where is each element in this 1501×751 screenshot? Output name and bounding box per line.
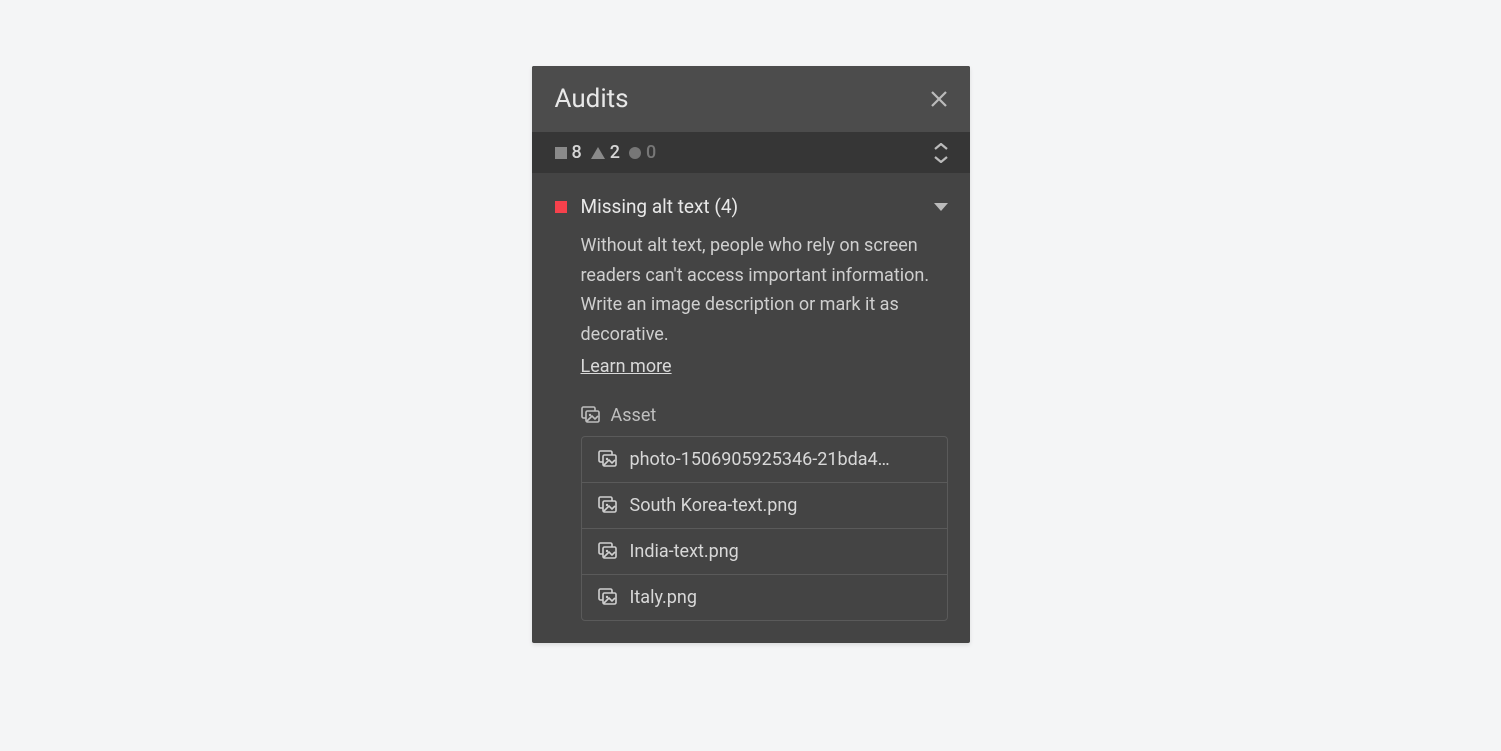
asset-row[interactable]: Italy.png <box>582 575 947 620</box>
collapse-all-icon[interactable] <box>932 143 950 163</box>
issue-title-text: Missing alt text <box>581 195 710 218</box>
circle-icon <box>629 147 641 159</box>
issue-description: Without alt text, people who rely on scr… <box>581 231 948 350</box>
image-stack-icon <box>581 406 601 424</box>
other-count-stat[interactable]: 0 <box>629 142 656 163</box>
asset-row[interactable]: South Korea-text.png <box>582 483 947 529</box>
chevron-down-icon[interactable] <box>934 197 948 216</box>
summary-counts: 8 2 0 <box>555 142 657 163</box>
close-icon[interactable] <box>930 90 948 108</box>
issue-title: Missing alt text (4) <box>581 195 920 218</box>
image-stack-icon <box>598 450 618 468</box>
asset-header: Asset <box>581 405 948 426</box>
learn-more-link[interactable]: Learn more <box>581 356 672 377</box>
triangle-icon <box>591 147 605 159</box>
asset-row[interactable]: photo-1506905925346-21bda4… <box>582 437 947 483</box>
asset-list: photo-1506905925346-21bda4… South Korea-… <box>581 436 948 621</box>
asset-name: photo-1506905925346-21bda4… <box>630 449 890 470</box>
square-icon <box>555 147 567 159</box>
severity-error-icon <box>555 201 567 213</box>
asset-name: India-text.png <box>630 541 739 562</box>
other-count: 0 <box>646 142 656 163</box>
issue-body: Without alt text, people who rely on scr… <box>555 231 948 621</box>
issue-section: Missing alt text (4) Without alt text, p… <box>532 173 970 643</box>
issue-count: (4) <box>714 195 738 218</box>
error-count-stat[interactable]: 8 <box>555 142 582 163</box>
asset-row[interactable]: India-text.png <box>582 529 947 575</box>
image-stack-icon <box>598 496 618 514</box>
summary-bar: 8 2 0 <box>532 132 970 173</box>
audits-panel: Audits 8 2 0 <box>532 66 970 643</box>
asset-label: Asset <box>611 405 657 426</box>
warning-count: 2 <box>610 142 620 163</box>
issue-header[interactable]: Missing alt text (4) <box>555 195 948 218</box>
asset-name: Italy.png <box>630 587 697 608</box>
error-count: 8 <box>572 142 582 163</box>
panel-header: Audits <box>532 66 970 132</box>
warning-count-stat[interactable]: 2 <box>591 142 620 163</box>
image-stack-icon <box>598 588 618 606</box>
image-stack-icon <box>598 542 618 560</box>
panel-title: Audits <box>555 84 629 114</box>
asset-name: South Korea-text.png <box>630 495 798 516</box>
